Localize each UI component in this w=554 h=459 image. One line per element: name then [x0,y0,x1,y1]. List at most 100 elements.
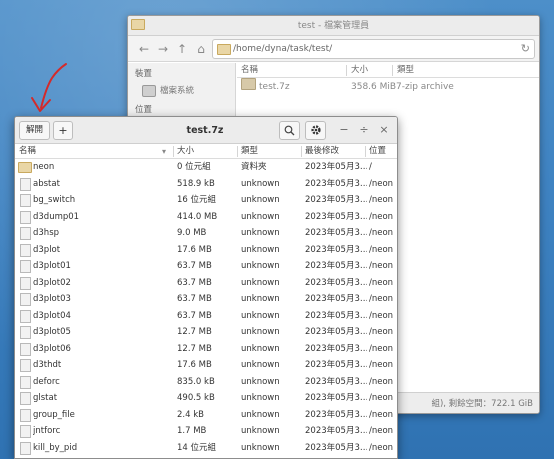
file-icon-cell [18,225,34,241]
row-location: /neon [369,393,394,403]
list-item[interactable]: d3thdt 17.6 MB unknown 2023年05月3…/neon [15,357,397,374]
archive-list: neon 0 位元組 資料夾 2023年05月3… / abstat 518.9 kB unk… [15,159,397,456]
column-modified[interactable]: 最後修改 [305,144,339,159]
row-size: 14 位元組 [177,442,217,453]
row-modified: 2023年05月3… [305,162,367,172]
row-name: jntforc [33,426,61,436]
list-item[interactable]: neon 0 位元組 資料夾 2023年05月3… / [15,159,397,176]
forward-arrow-icon[interactable]: → [155,41,171,57]
archive-icon [241,78,256,90]
list-item[interactable]: group_file 2.4 kB unknown 2023年05月3…/neon [15,407,397,424]
column-type[interactable]: 類型 [241,144,258,159]
row-modified: 2023年05月3… [305,244,367,255]
row-name: d3thdt [33,360,62,370]
list-item[interactable]: bg_switch 16 位元組 unknown 2023年05月3…/neon [15,192,397,209]
file-icon [20,276,31,290]
column-size[interactable]: 大小 [177,144,194,159]
file-name: test.7z [259,82,290,92]
file-icon-cell [18,357,34,373]
file-icon [20,177,31,191]
column-type[interactable]: 類型 [393,63,414,78]
row-location: /neon [369,343,394,354]
file-icon-cell [18,258,34,274]
menu-button[interactable] [305,121,326,140]
list-item[interactable]: glstat 490.5 kB unknown 2023年05月3…/neon [15,390,397,407]
home-icon[interactable]: ⌂ [193,41,209,57]
file-icon-cell [18,291,34,307]
folder-icon-cell [18,159,34,175]
row-size: 63.7 MB [177,261,212,271]
extract-button[interactable]: 解開 [19,121,50,140]
row-type: unknown [241,343,280,354]
reload-icon[interactable]: ↻ [521,40,530,58]
column-divider [365,146,366,157]
close-icon[interactable]: × [377,123,391,137]
list-item[interactable]: deforc 835.0 kB unknown 2023年05月3…/neon [15,374,397,391]
list-item[interactable]: d3plot03 63.7 MB unknown 2023年05月3…/neon [15,291,397,308]
up-arrow-icon[interactable]: ↑ [174,41,190,57]
row-modified: 2023年05月3… [305,294,367,304]
row-modified: 2023年05月3… [305,442,367,453]
sort-chevron-down-icon[interactable]: ▾ [162,144,166,159]
row-type: unknown [241,376,280,387]
list-item[interactable]: jntforc 1.7 MB unknown 2023年05月3…/neon [15,423,397,440]
row-size: 63.7 MB [177,277,212,288]
row-location: /neon [369,310,394,321]
file-size: 358.6 MiB [351,82,397,92]
row-name: d3plot02 [33,277,71,288]
list-item[interactable]: d3dump01 414.0 MB unknown 2023年05月3…/neon [15,209,397,226]
list-item[interactable]: d3plot04 63.7 MB unknown 2023年05月3…/neon [15,308,397,325]
row-name: abstat [33,178,60,189]
file-icon-cell [18,407,34,423]
search-button[interactable] [279,121,300,140]
back-arrow-icon[interactable]: ← [136,41,152,57]
row-type: unknown [241,228,280,238]
minimize-icon[interactable]: − [337,123,351,137]
row-type: unknown [241,393,280,403]
row-name: d3plot03 [33,294,71,304]
row-name: d3plot05 [33,327,71,337]
column-location[interactable]: 位置 [369,144,386,159]
row-modified: 2023年05月3… [305,261,367,271]
list-item[interactable]: abstat 518.9 kB unknown 2023年05月3…/neon [15,176,397,193]
row-name: bg_switch [33,195,76,205]
column-divider [301,146,302,157]
archive-title: test.7z [186,125,224,136]
file-list-header: 名稱 大小 類型 [237,63,539,78]
list-item[interactable]: d3plot05 12.7 MB unknown 2023年05月3…/neon [15,324,397,341]
list-item[interactable]: d3plot06 12.7 MB unknown 2023年05月3…/neon [15,341,397,358]
list-item[interactable]: d3plot02 63.7 MB unknown 2023年05月3…/neon [15,275,397,292]
row-name: neon [33,162,55,172]
file-type: 7-zip archive [396,82,454,92]
list-item[interactable]: d3hsp 9.0 MB unknown 2023年05月3…/neon [15,225,397,242]
row-location: /neon [369,178,394,189]
sidebar-item-filesystem[interactable]: 檔案系統 [142,83,194,99]
row-location: /neon [369,211,394,222]
row-size: 12.7 MB [177,343,212,354]
row-name: d3dump01 [33,211,80,222]
file-icon-cell [18,308,34,324]
list-item[interactable]: d3plot01 63.7 MB unknown 2023年05月3…/neon [15,258,397,275]
file-icon-cell [18,390,34,406]
add-button[interactable]: + [53,121,73,140]
column-name[interactable]: 名稱 [19,144,36,159]
location-bar[interactable]: /home/dyna/task/test/ ↻ [212,39,535,59]
row-location: /neon [369,327,394,337]
row-name: deforc [33,376,60,387]
column-size[interactable]: 大小 [347,63,368,78]
row-location: /neon [369,376,394,387]
list-item[interactable]: d3plot 17.6 MB unknown 2023年05月3…/neon [15,242,397,259]
row-modified: 2023年05月3… [305,195,367,205]
list-item[interactable]: kill_by_pid 14 位元組 unknown 2023年05月3…/neon [15,440,397,457]
maximize-icon[interactable]: ÷ [357,123,371,137]
sidebar-places-header: 位置 [135,105,153,115]
row-size: 1.7 MB [177,426,207,436]
file-row[interactable]: test.7z 358.6 MiB 7-zip archive [237,78,539,96]
row-size: 0 位元組 [177,162,211,172]
column-name[interactable]: 名稱 [237,63,258,78]
row-type: unknown [241,360,280,370]
file-manager-titlebar: test - 檔案管理員 [128,16,539,36]
row-name: d3plot01 [33,261,71,271]
row-type: unknown [241,327,280,337]
file-icon [20,425,31,438]
